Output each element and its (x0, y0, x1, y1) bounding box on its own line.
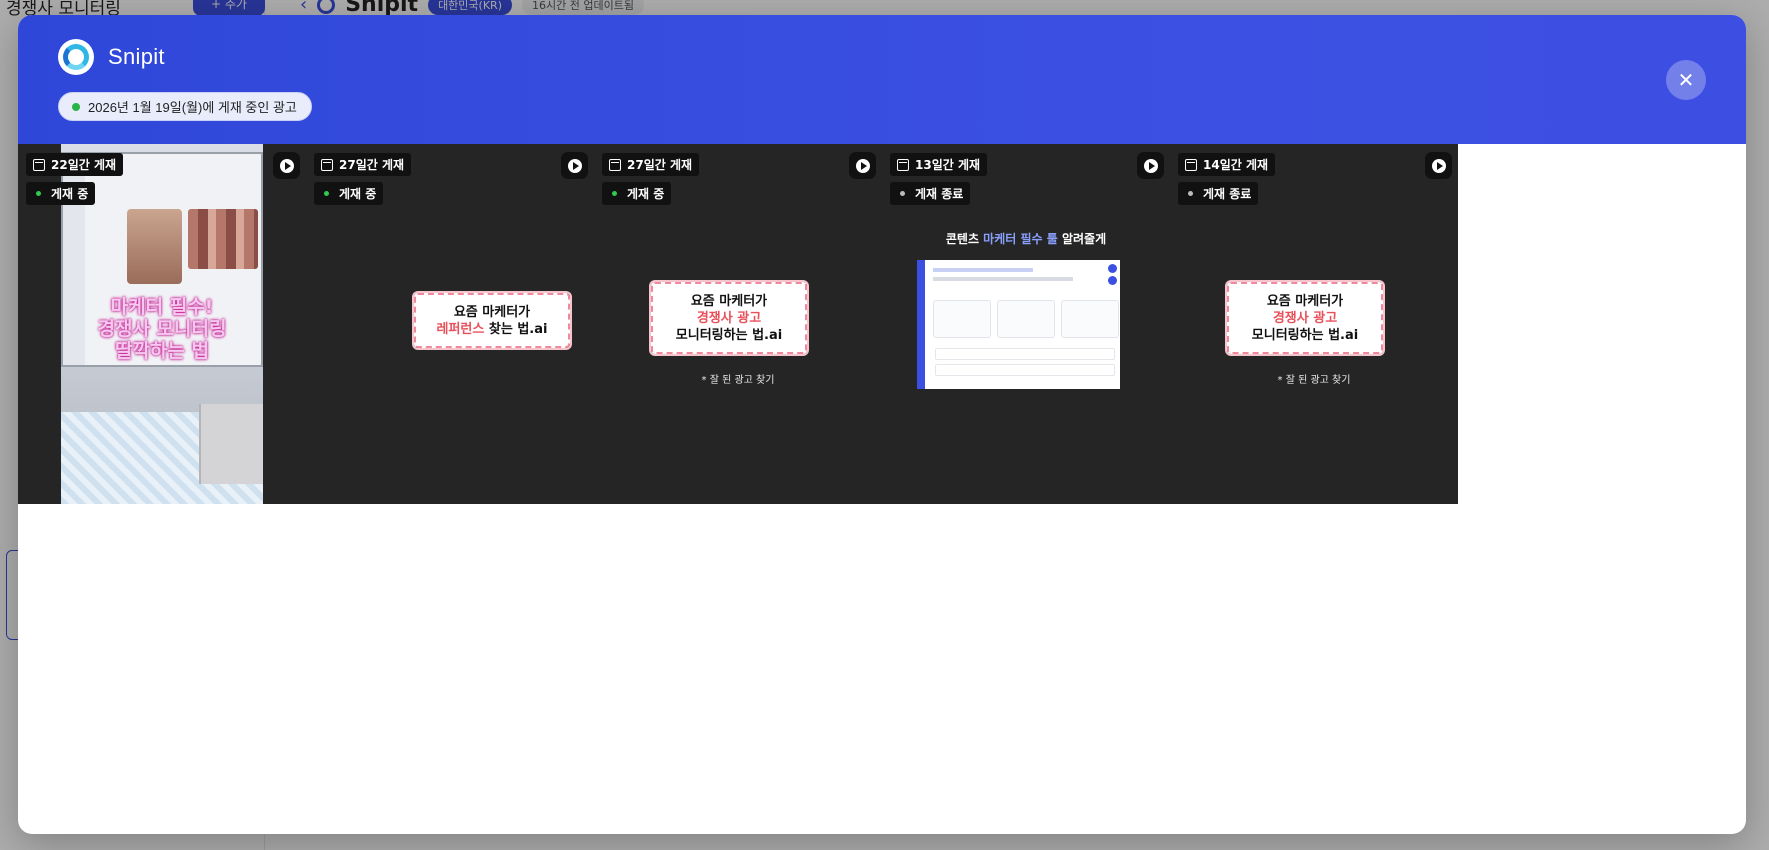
status-dot-icon (612, 191, 617, 196)
play-button[interactable] (561, 152, 588, 179)
play-icon (1431, 158, 1446, 173)
ad-photo-text: 딸깍하는 법 (114, 340, 209, 362)
run-days-badge: 27일간 게재 (314, 153, 412, 176)
play-button[interactable] (1137, 152, 1164, 179)
play-icon (279, 158, 294, 173)
snipit-logo-icon (58, 39, 94, 75)
close-icon: ✕ (1677, 68, 1695, 92)
status-badge: 게재 종료 (890, 182, 971, 205)
modal-brand: Snipit (58, 39, 165, 75)
status-badge: 게재 종료 (1178, 182, 1259, 205)
live-dot-icon (72, 102, 80, 111)
ad-headline: 콘텐츠 마케터 필수 툴 알려줄게 (945, 232, 1107, 246)
play-button[interactable] (849, 152, 876, 179)
run-days-badge: 13일간 게재 (890, 153, 988, 176)
ad-caption: * 잘 된 광고 찾기 (1277, 375, 1351, 386)
run-days-badge: 22일간 게재 (26, 153, 124, 176)
status-badge: 게재 중 (26, 182, 96, 205)
status-dot-icon (324, 191, 329, 196)
modal-header: Snipit 2026년 1월 19일(월)에 게재 중인 광고 ✕ (18, 15, 1746, 144)
calendar-icon (33, 158, 45, 171)
play-icon (1143, 158, 1158, 173)
play-icon (567, 158, 582, 173)
close-button[interactable]: ✕ (1666, 60, 1706, 100)
run-days-badge: 27일간 게재 (602, 153, 700, 176)
ad-screenshot (917, 260, 1120, 389)
ad-text-card: 요즘 마케터가 경쟁사 광고 모니터링하는 법.ai (1225, 280, 1385, 356)
calendar-icon (321, 158, 333, 171)
calendar-icon (609, 158, 621, 171)
status-dot-icon (1188, 191, 1193, 196)
status-badge: 게재 중 (314, 182, 384, 205)
status-dot-icon (900, 191, 905, 196)
ad-text-card: 요즘 마케터가 경쟁사 광고 모니터링하는 법.ai (649, 280, 809, 356)
calendar-icon (1185, 158, 1197, 171)
ad-card[interactable]: 콘텐츠 마케터 필수 툴 알려줄게 13일간 게재 게재 종료 (882, 144, 1170, 504)
ads-modal: Snipit 2026년 1월 19일(월)에 게재 중인 광고 ✕ 마케터 필… (18, 15, 1746, 834)
ad-card[interactable]: 요즘 마케터가 레퍼런스 찾는 법.ai 27일간 게재 게재 중 (306, 144, 594, 504)
ad-card[interactable]: 마케터 필수! 경쟁사 모니터링 딸깍하는 법 22일간 게재 게재 중 (18, 144, 306, 504)
live-date-label: 2026년 1월 19일(월)에 게재 중인 광고 (88, 100, 297, 115)
run-days-badge: 14일간 게재 (1178, 153, 1276, 176)
calendar-icon (897, 158, 909, 171)
play-icon (855, 158, 870, 173)
status-dot-icon (36, 191, 41, 196)
ad-text-card: 요즘 마케터가 레퍼런스 찾는 법.ai (412, 291, 572, 350)
play-button[interactable] (1425, 152, 1452, 179)
status-badge: 게재 중 (602, 182, 672, 205)
modal-brand-name: Snipit (108, 44, 165, 69)
play-button[interactable] (273, 152, 300, 179)
ad-card[interactable]: 요즘 마케터가 경쟁사 광고 모니터링하는 법.ai * 잘 된 광고 찾기 2… (594, 144, 882, 504)
ad-card[interactable]: 요즘 마케터가 경쟁사 광고 모니터링하는 법.ai * 잘 된 광고 찾기 1… (1170, 144, 1458, 504)
ads-strip: 마케터 필수! 경쟁사 모니터링 딸깍하는 법 22일간 게재 게재 중 요즘 … (18, 144, 1458, 504)
live-date-badge: 2026년 1월 19일(월)에 게재 중인 광고 (58, 92, 312, 121)
ad-caption: * 잘 된 광고 찾기 (701, 375, 775, 386)
